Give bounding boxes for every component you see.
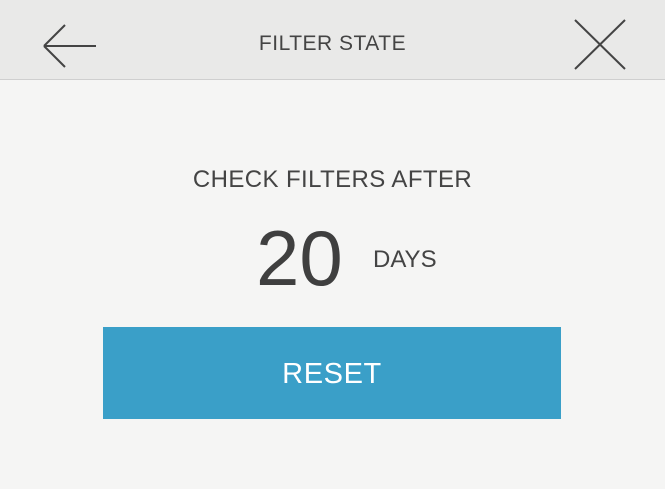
header-bar: FILTER STATE xyxy=(0,0,665,80)
close-button[interactable] xyxy=(564,14,636,74)
check-filters-label: CHECK FILTERS AFTER xyxy=(192,166,473,193)
close-icon xyxy=(574,19,626,70)
days-unit-label: DAYS xyxy=(373,246,437,273)
days-value: 20 xyxy=(256,214,343,302)
reset-button[interactable]: RESET xyxy=(103,327,561,419)
arrow-left-icon xyxy=(43,24,96,68)
back-button[interactable] xyxy=(38,18,102,74)
filter-state-panel: CHECK FILTERS AFTER 20 DAYS RESET xyxy=(0,80,665,489)
days-counter: 20 DAYS xyxy=(0,208,665,308)
